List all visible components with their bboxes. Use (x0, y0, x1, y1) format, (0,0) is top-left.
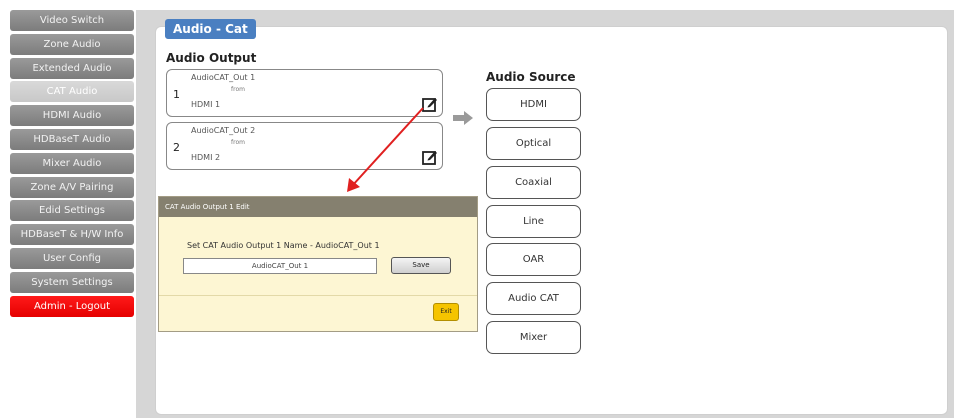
audio-source-title: Audio Source (486, 70, 576, 84)
sidebar-item-hdbaset-hw-info[interactable]: HDBaseT & H/W Info (10, 224, 134, 246)
output-from-label: from (231, 86, 245, 93)
sidebar-item-admin-logout[interactable]: Admin - Logout (10, 295, 134, 317)
sidebar-item-video-switch[interactable]: Video Switch (10, 10, 134, 31)
output-source: HDMI 2 (191, 153, 221, 162)
sidebar-item-edid-settings[interactable]: Edid Settings (10, 200, 134, 222)
output-from-label: from (231, 139, 245, 146)
edit-icon[interactable] (422, 149, 438, 165)
save-button[interactable]: Save (391, 257, 451, 274)
page-tab: Audio - Cat (165, 19, 256, 39)
output-name: AudioCAT_Out 2 (191, 126, 256, 135)
sidebar-item-hdmi-audio[interactable]: HDMI Audio (10, 105, 134, 127)
sidebar-item-hdbaset-audio[interactable]: HDBaseT Audio (10, 128, 134, 150)
output-number: 2 (173, 141, 180, 154)
source-button-mixer[interactable]: Mixer (486, 321, 581, 354)
sidebar-item-mixer-audio[interactable]: Mixer Audio (10, 152, 134, 174)
arrow-right-icon (453, 111, 473, 125)
edit-icon[interactable] (422, 96, 438, 112)
source-button-hdmi[interactable]: HDMI (486, 88, 581, 121)
output-number: 1 (173, 88, 180, 101)
exit-button[interactable]: Exit (433, 303, 459, 321)
sidebar-item-zone-av-pairing[interactable]: Zone A/V Pairing (10, 176, 134, 198)
output-source: HDMI 1 (191, 100, 221, 109)
sidebar-item-user-config[interactable]: User Config (10, 247, 134, 269)
audio-output-2: 2 AudioCAT_Out 2 from HDMI 2 (166, 122, 443, 170)
divider (159, 295, 477, 296)
output-name: AudioCAT_Out 1 (191, 73, 256, 82)
source-button-optical[interactable]: Optical (486, 127, 581, 160)
source-button-oar[interactable]: OAR (486, 243, 581, 276)
source-button-audio-cat[interactable]: Audio CAT (486, 282, 581, 315)
dialog-label: Set CAT Audio Output 1 Name - AudioCAT_O… (187, 241, 380, 250)
sidebar-item-system-settings[interactable]: System Settings (10, 271, 134, 293)
audio-output-1: 1 AudioCAT_Out 1 from HDMI 1 (166, 69, 443, 117)
sidebar-item-cat-audio[interactable]: CAT Audio (10, 81, 134, 103)
audio-output-title: Audio Output (166, 51, 257, 65)
edit-dialog: CAT Audio Output 1 Edit Set CAT Audio Ou… (158, 196, 478, 332)
source-button-coaxial[interactable]: Coaxial (486, 166, 581, 199)
output-name-input[interactable] (183, 258, 377, 274)
source-button-line[interactable]: Line (486, 205, 581, 238)
sidebar-item-zone-audio[interactable]: Zone Audio (10, 33, 134, 55)
dialog-title: CAT Audio Output 1 Edit (159, 197, 477, 217)
sidebar: Video Switch Zone Audio Extended Audio C… (10, 10, 134, 319)
sidebar-item-extended-audio[interactable]: Extended Audio (10, 57, 134, 79)
